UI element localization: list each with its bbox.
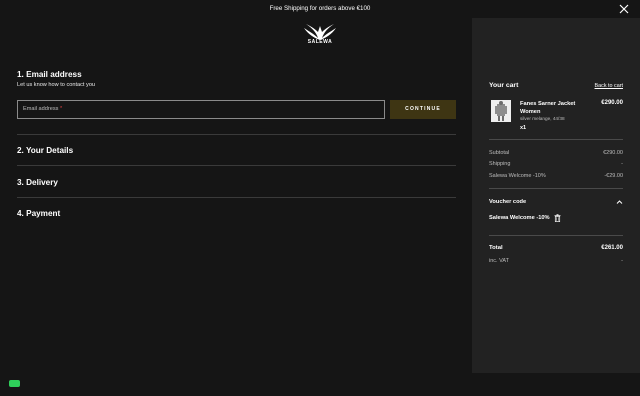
chat-icon[interactable] xyxy=(9,380,20,387)
product-price: €290.00 xyxy=(601,100,623,106)
checkout-main: 1. Email address Let us know how to cont… xyxy=(17,70,457,119)
shipping-banner: Free Shipping for orders above €100 xyxy=(269,5,371,12)
required-mark: * xyxy=(60,106,63,112)
step-payment-title[interactable]: 4. Payment xyxy=(17,209,60,218)
product-thumbnail xyxy=(491,100,511,122)
close-icon[interactable] xyxy=(619,4,629,14)
step-delivery-title[interactable]: 3. Delivery xyxy=(17,178,58,187)
product-variant: silver melange, 44/38 xyxy=(520,116,565,121)
product-name: Fanes Sarner Jacket Women xyxy=(520,101,576,115)
back-to-cart-link[interactable]: Back to cart xyxy=(595,83,623,89)
email-placeholder: Email address * xyxy=(23,106,63,112)
step-email-subtitle: Let us know how to contact you xyxy=(17,82,96,88)
chevron-up-icon[interactable] xyxy=(616,199,623,205)
step-email-title: 1. Email address xyxy=(17,70,82,79)
total-label: Total xyxy=(489,245,503,251)
discount-label: Salewa Welcome -10% xyxy=(489,173,546,179)
brand-wordmark: SALEWA xyxy=(307,39,333,45)
voucher-title[interactable]: Voucher code xyxy=(489,199,526,205)
product-quantity: x1 xyxy=(520,125,527,131)
total-value: €261.00 xyxy=(601,245,623,251)
email-row: Email address * CONTINUE xyxy=(17,100,457,119)
continue-button[interactable]: CONTINUE xyxy=(390,100,456,119)
step-details-title[interactable]: 2. Your Details xyxy=(17,146,73,155)
divider xyxy=(17,197,456,198)
subtotal-label: Subtotal xyxy=(489,150,510,156)
subtotal-value: €290.00 xyxy=(603,150,623,156)
divider xyxy=(489,188,623,189)
applied-voucher: Salewa Welcome -10% xyxy=(489,215,550,221)
email-field[interactable]: Email address * xyxy=(17,100,385,119)
divider xyxy=(17,165,456,166)
vat-label: inc. VAT xyxy=(489,258,509,264)
divider xyxy=(489,139,623,140)
cart-title: Your cart xyxy=(489,82,519,89)
trash-icon[interactable] xyxy=(554,214,561,222)
divider xyxy=(489,235,623,236)
shipping-label: Shipping xyxy=(489,161,511,167)
jacket-image xyxy=(495,101,507,121)
discount-value: -€29.00 xyxy=(604,173,623,179)
shipping-value: - xyxy=(621,161,623,167)
vat-value: - xyxy=(621,258,623,264)
divider xyxy=(17,134,456,135)
cart-sidebar: Your cart Back to cart Fanes Sarner Jack… xyxy=(472,18,640,373)
